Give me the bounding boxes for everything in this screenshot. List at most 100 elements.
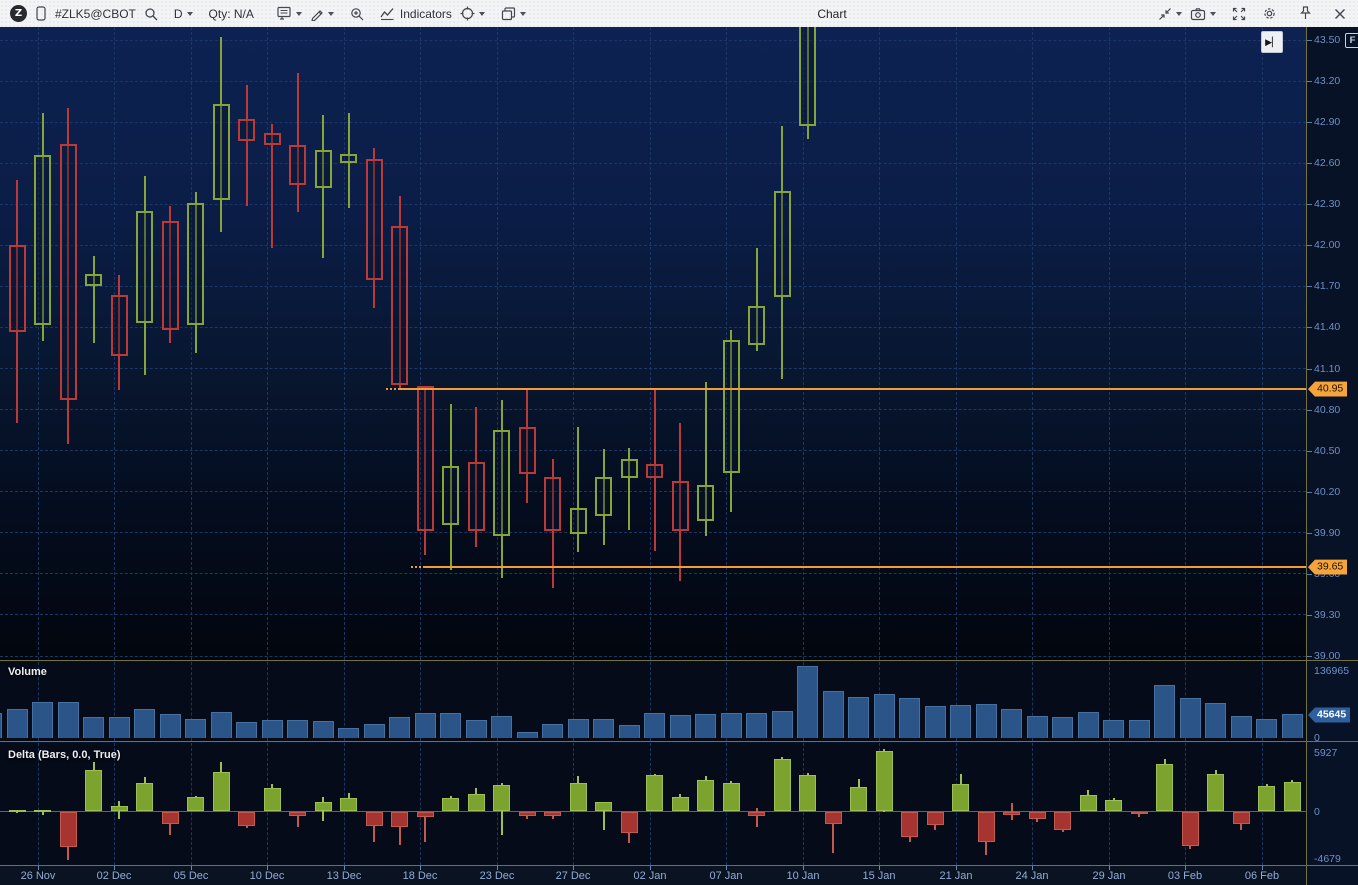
time-tick-label: 27 Dec: [556, 870, 591, 882]
fullscreen-button[interactable]: [1228, 3, 1250, 25]
logo-icon: Z: [10, 5, 27, 22]
price-panel[interactable]: ▶▏: [0, 27, 1306, 660]
qty-label[interactable]: Qty: N/A: [205, 3, 258, 25]
volume-bar: [670, 715, 691, 738]
delta-bar: [315, 802, 332, 811]
candle: [595, 477, 612, 517]
delta-bar: [901, 812, 918, 837]
timeframe-dropdown[interactable]: D: [170, 3, 197, 25]
settings-button[interactable]: [1258, 3, 1281, 25]
time-tick-label: 21 Jan: [939, 870, 972, 882]
volume-bar: [950, 705, 971, 738]
delta-bar: [825, 812, 842, 825]
delta-bar: [34, 810, 51, 812]
volume-bar: [1027, 716, 1048, 738]
chart-area: ▶▏ Volume Delta (Bars, 0.0, True) 26 Nov…: [0, 27, 1358, 885]
price-level-badge[interactable]: 40.95: [1308, 382, 1347, 397]
instrument-button[interactable]: [31, 3, 51, 25]
delta-bar: [1029, 812, 1046, 819]
panel-separator[interactable]: [0, 741, 1358, 742]
volume-bar: [185, 719, 206, 738]
volume-bar: [823, 691, 844, 738]
collapse-button[interactable]: [1154, 3, 1186, 25]
indicators-button[interactable]: Indicators: [376, 3, 456, 25]
price-level-badge[interactable]: 39.65: [1308, 560, 1347, 575]
jump-to-latest-button[interactable]: ▶▏: [1261, 31, 1283, 53]
app-logo[interactable]: Z: [6, 3, 31, 25]
candle-wick: [297, 73, 299, 213]
axis-separator: [1306, 27, 1307, 885]
delta-bar: [1156, 764, 1173, 812]
delta-bar: [876, 751, 893, 812]
volume-bar: [1129, 720, 1150, 738]
level-line-anchor[interactable]: [386, 388, 400, 390]
delta-bar: [468, 794, 485, 811]
volume-panel[interactable]: Volume: [0, 662, 1306, 741]
timeframe-label: D: [174, 7, 183, 21]
volume-bar: [1282, 714, 1303, 738]
flag-badge[interactable]: F: [1345, 33, 1358, 48]
volume-bar: [32, 702, 53, 738]
volume-bar: [746, 713, 767, 738]
delta-bar: [723, 783, 740, 812]
screenshot-button[interactable]: [1186, 3, 1220, 25]
candle: [264, 133, 281, 145]
candle-wick: [246, 85, 248, 205]
delta-bar: [1105, 800, 1122, 811]
grid-line: [0, 163, 1306, 164]
symbol-label[interactable]: #ZLK5@CBOT: [51, 3, 140, 25]
close-button[interactable]: [1330, 3, 1350, 25]
candle: [723, 340, 740, 473]
symbol-search-button[interactable]: [140, 3, 162, 25]
candle: [748, 306, 765, 346]
time-tick-label: 26 Nov: [21, 870, 56, 882]
time-tick-label: 18 Dec: [403, 870, 438, 882]
candle: [366, 159, 383, 279]
time-tick-label: 02 Jan: [633, 870, 666, 882]
delta-bar: [621, 812, 638, 834]
delta-bar: [493, 785, 510, 811]
level-line-anchor[interactable]: [411, 566, 425, 568]
pin-button[interactable]: [1295, 3, 1316, 25]
pin-icon: [1299, 6, 1312, 21]
chevron-down-icon: [520, 12, 526, 16]
crosshair-button[interactable]: [456, 3, 489, 25]
delta-bar: [1054, 812, 1071, 830]
zoom-in-button[interactable]: [346, 3, 368, 25]
volume-bar: [1078, 712, 1099, 738]
volume-bar: [899, 698, 920, 738]
time-axis[interactable]: 26 Nov02 Dec05 Dec10 Dec13 Dec18 Dec23 D…: [0, 866, 1306, 885]
candle: [238, 119, 255, 141]
delta-bar: [1207, 774, 1224, 811]
panel-separator[interactable]: [0, 660, 1358, 661]
time-tick-label: 13 Dec: [327, 870, 362, 882]
toolbar: Z #ZLK5@CBOT D Qty: N/A Indicators: [0, 0, 1358, 28]
toolbar-right-group: [1154, 0, 1350, 27]
price-axis[interactable]: F 43.5043.2042.9042.6042.3042.0041.7041.…: [1306, 27, 1358, 885]
price-tick-label: 41.70: [1314, 280, 1340, 292]
volume-max-label: 136965: [1314, 665, 1349, 677]
time-tick-label: 10 Dec: [250, 870, 285, 882]
window-title: Chart: [817, 0, 846, 27]
delta-bar: [595, 802, 612, 811]
volume-bar: [874, 694, 895, 738]
price-level-line[interactable]: [425, 566, 1306, 568]
time-tick-label: 29 Jan: [1092, 870, 1125, 882]
dom-trader-button[interactable]: [272, 3, 306, 25]
candle: [60, 144, 77, 400]
delta-bar: [646, 775, 663, 811]
chart-layout-button[interactable]: [497, 3, 530, 25]
close-icon: [1334, 8, 1346, 20]
volume-bar: [287, 720, 308, 738]
volume-bar: [1180, 698, 1201, 738]
delta-bar: [213, 772, 230, 811]
candle: [213, 104, 230, 200]
candle: [289, 145, 306, 185]
delta-panel[interactable]: Delta (Bars, 0.0, True): [0, 743, 1306, 865]
candle: [111, 295, 128, 357]
trading-chart-window: { "window": { "title": "Chart" }, "toolb…: [0, 0, 1358, 885]
delta-bar: [1284, 782, 1301, 812]
price-level-line[interactable]: [400, 388, 1306, 390]
candle: [544, 477, 561, 532]
drawing-tools-button[interactable]: [306, 3, 338, 25]
